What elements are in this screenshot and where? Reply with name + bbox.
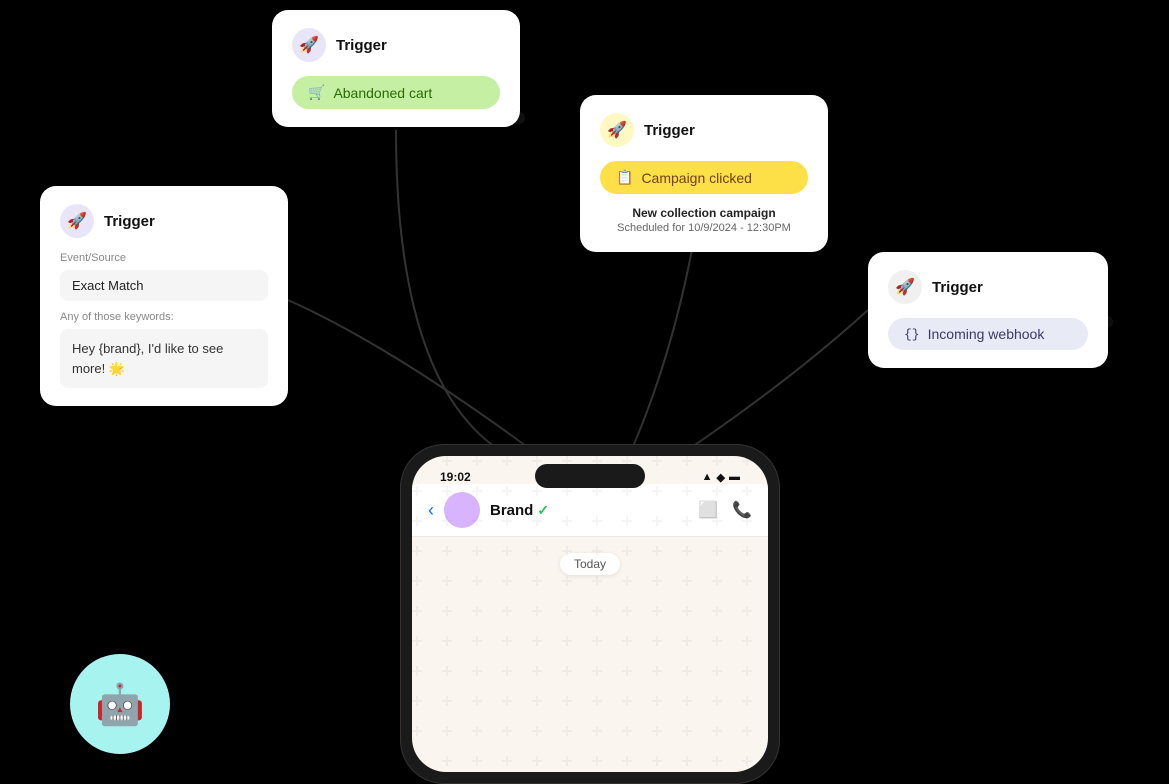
trigger-title-campaign: Trigger [644,122,695,139]
mascot-emoji: 🤖 [95,681,145,728]
trigger-card-campaign: 🚀 Trigger 📋 Campaign clicked New collect… [580,95,828,252]
phone-status-icons: ▲ ◆ ▬ [702,467,748,484]
trigger-title-exact: Trigger [104,213,155,230]
trigger-header-webhook: 🚀 Trigger [888,270,1088,304]
campaign-sub-date: Scheduled for 10/9/2024 - 12:30PM [600,222,808,234]
battery-icon: ▬ [729,471,740,483]
trigger-header-campaign: 🚀 Trigger [600,113,808,147]
webhook-icon: {} [904,327,920,342]
trigger-card-webhook: 🚀 Trigger {} Incoming webhook [868,252,1108,368]
trigger-header-abandoned: 🚀 Trigger [292,28,500,62]
pill-abandoned-label: Abandoned cart [333,85,432,101]
trigger-icon-campaign: 🚀 [600,113,634,147]
pill-campaign-label: Campaign clicked [641,170,752,186]
trigger-header-exact: 🚀 Trigger [60,204,268,238]
cart-icon: 🛒 [308,84,325,101]
phone-mockup: 19:02 ▲ ◆ ▬ ‹ Brand ✓ ⬜ [400,444,780,784]
pill-webhook: {} Incoming webhook [888,318,1088,350]
phone-time: 19:02 [432,466,471,484]
chat-bg-pattern [412,456,768,772]
trigger-title-webhook: Trigger [932,279,983,296]
trigger-icon-exact: 🚀 [60,204,94,238]
trigger-icon-webhook: 🚀 [888,270,922,304]
pill-abandoned-cart: 🛒 Abandoned cart [292,76,500,109]
pill-campaign: 📋 Campaign clicked [600,161,808,194]
keywords-value: Hey {brand}, I'd like to see more! 🌟 [60,329,268,388]
pill-webhook-label: Incoming webhook [928,326,1045,342]
keywords-label: Any of those keywords: [60,311,268,323]
trigger-card-abandoned: 🚀 Trigger 🛒 Abandoned cart [272,10,520,127]
trigger-title-abandoned: Trigger [336,37,387,54]
canvas: 🚀 Trigger 🛒 Abandoned cart 🚀 Trigger 📋 C… [0,0,1169,774]
phone-notch [535,464,645,488]
campaign-sub-title: New collection campaign [600,206,808,220]
trigger-card-exact: 🚀 Trigger Event/Source Exact Match Any o… [40,186,288,406]
phone-screen: 19:02 ▲ ◆ ▬ ‹ Brand ✓ ⬜ [412,456,768,772]
exact-match-input: Exact Match [60,270,268,301]
mascot-circle: 🤖 [70,654,170,754]
trigger-icon-abandoned: 🚀 [292,28,326,62]
signal-icon: ▲ [702,471,713,483]
phone-outer: 19:02 ▲ ◆ ▬ ‹ Brand ✓ ⬜ [400,444,780,784]
event-source-label: Event/Source [60,252,268,264]
campaign-icon: 📋 [616,169,633,186]
wifi-icon: ◆ [717,471,725,484]
